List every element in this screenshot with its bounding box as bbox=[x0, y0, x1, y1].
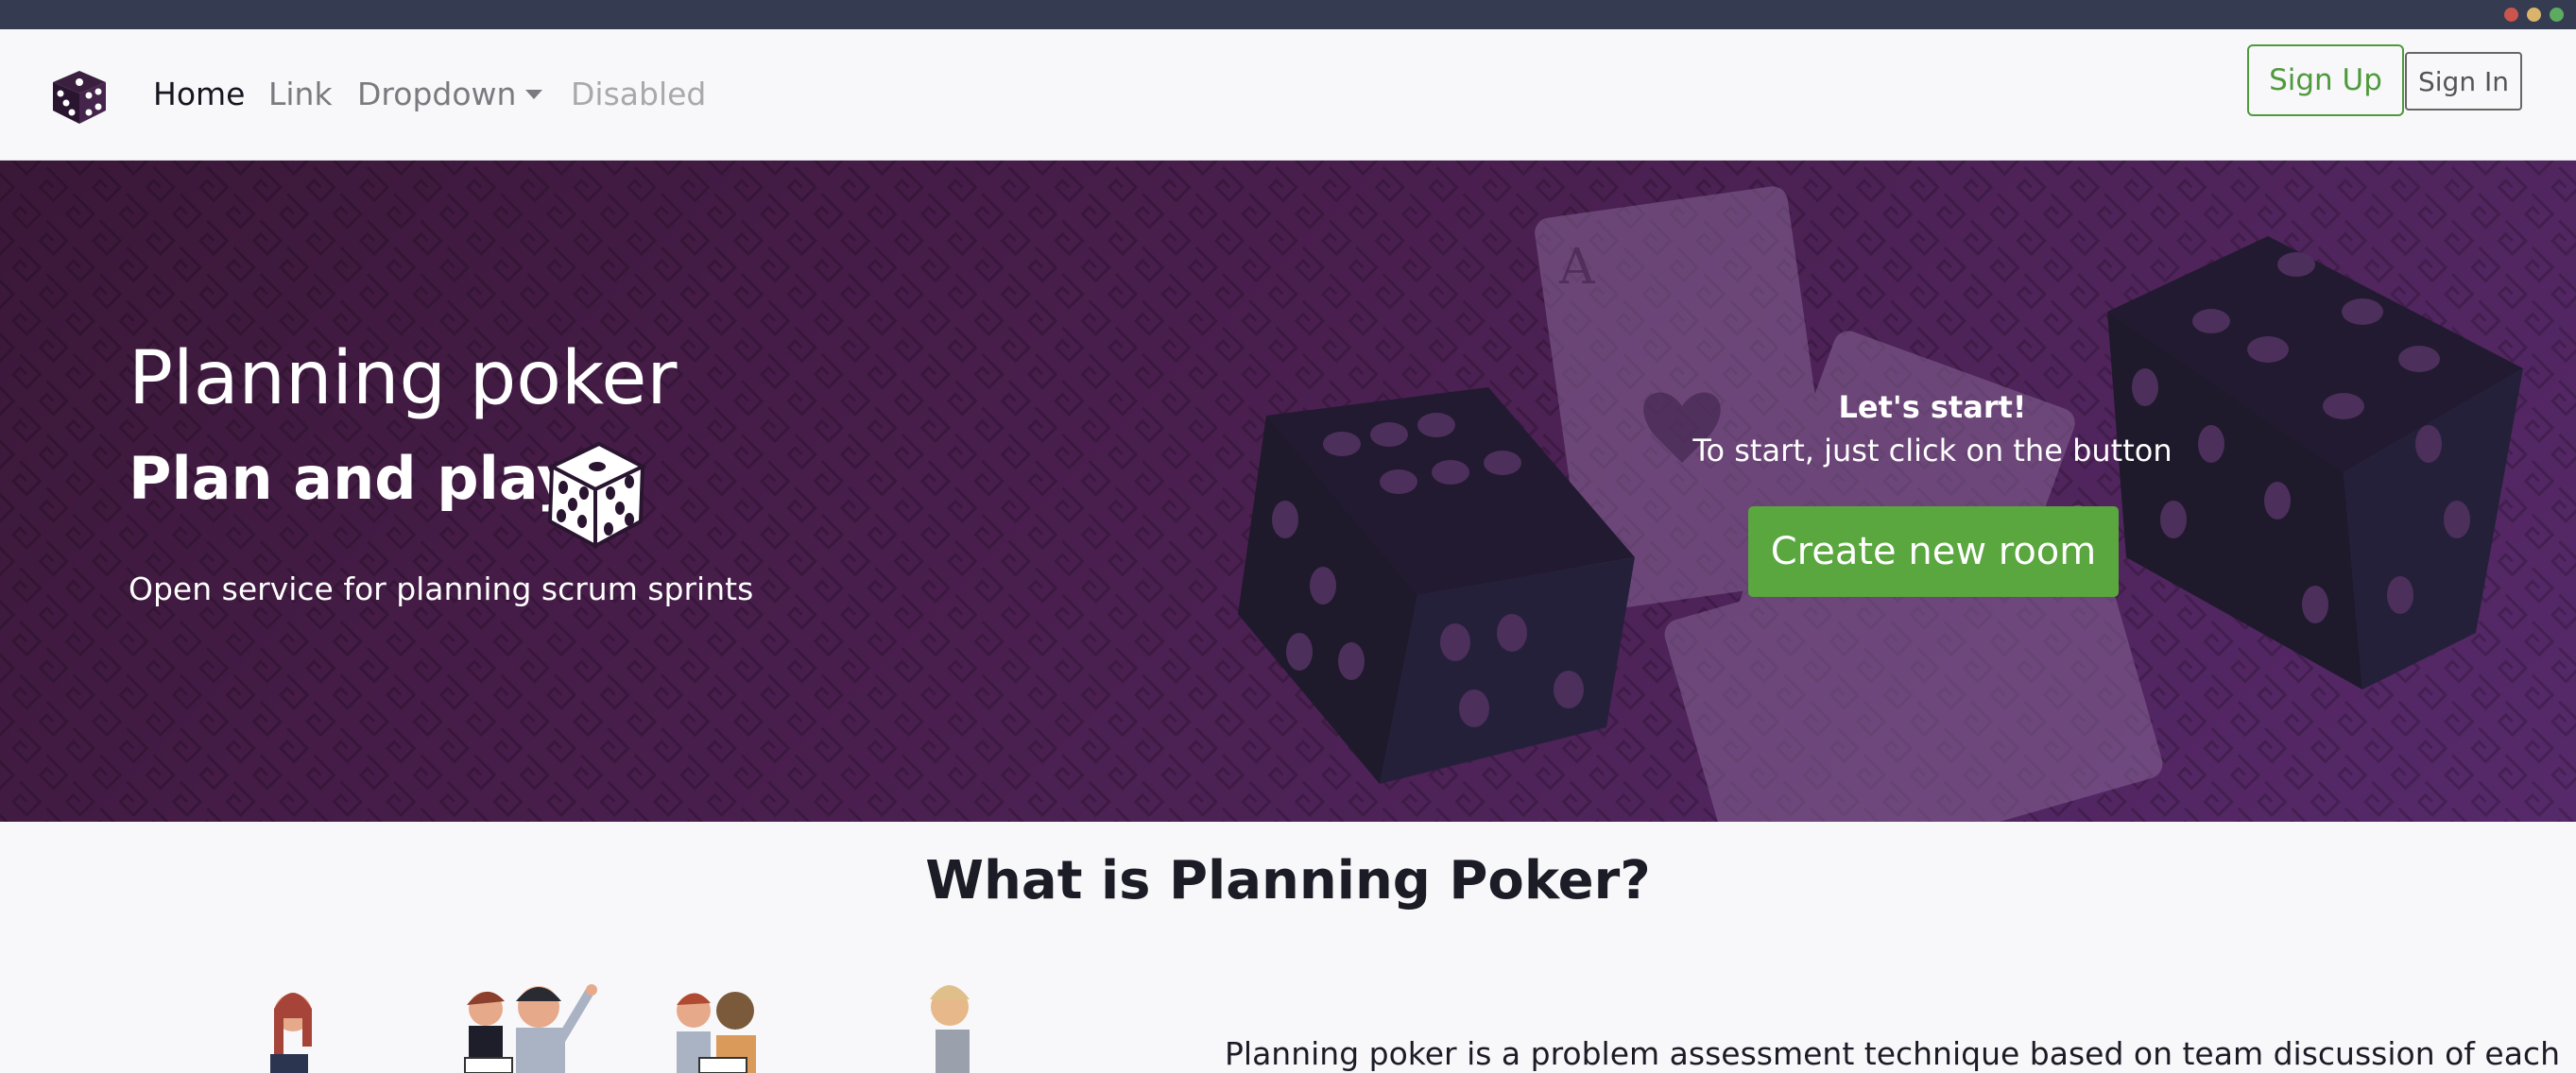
dice-icon[interactable] bbox=[47, 63, 112, 128]
cta-heading: Let's start! bbox=[1838, 389, 2027, 425]
hero-subtitle: Plan and play! bbox=[129, 444, 602, 513]
section-text: Planning poker is a problem assessment t… bbox=[1225, 1035, 2560, 1072]
nav-dropdown-label: Dropdown bbox=[357, 76, 517, 112]
maximize-window-icon[interactable] bbox=[2550, 8, 2564, 22]
create-new-room-button[interactable]: Create new room bbox=[1748, 506, 2119, 597]
hero-title: Planning poker bbox=[129, 336, 678, 421]
nav-link-home[interactable]: Home bbox=[153, 71, 245, 118]
chevron-down-icon bbox=[525, 89, 543, 99]
window-chrome bbox=[0, 0, 2576, 29]
section-title: What is Planning Poker? bbox=[925, 850, 1651, 911]
svg-text:A: A bbox=[1558, 239, 1596, 296]
sign-up-button[interactable]: Sign Up bbox=[2247, 44, 2404, 116]
close-window-icon[interactable] bbox=[2504, 8, 2518, 22]
sign-in-button[interactable]: Sign In bbox=[2405, 52, 2522, 111]
hero-description: Open service for planning scrum sprints bbox=[129, 571, 754, 607]
navbar: Home Link Dropdown Disabled Sign Up Sign… bbox=[0, 29, 2576, 161]
cta-text: To start, just click on the button bbox=[1692, 433, 2172, 468]
nav-link-disabled: Disabled bbox=[571, 76, 707, 112]
team-illustration bbox=[270, 984, 970, 1073]
nav-dropdown[interactable]: Dropdown bbox=[357, 71, 543, 118]
dice-icon bbox=[537, 434, 654, 552]
minimize-window-icon[interactable] bbox=[2527, 8, 2541, 22]
hero-section: A Planning poker Plan and play! Open ser… bbox=[0, 161, 2576, 822]
nav-link-link[interactable]: Link bbox=[268, 71, 333, 118]
